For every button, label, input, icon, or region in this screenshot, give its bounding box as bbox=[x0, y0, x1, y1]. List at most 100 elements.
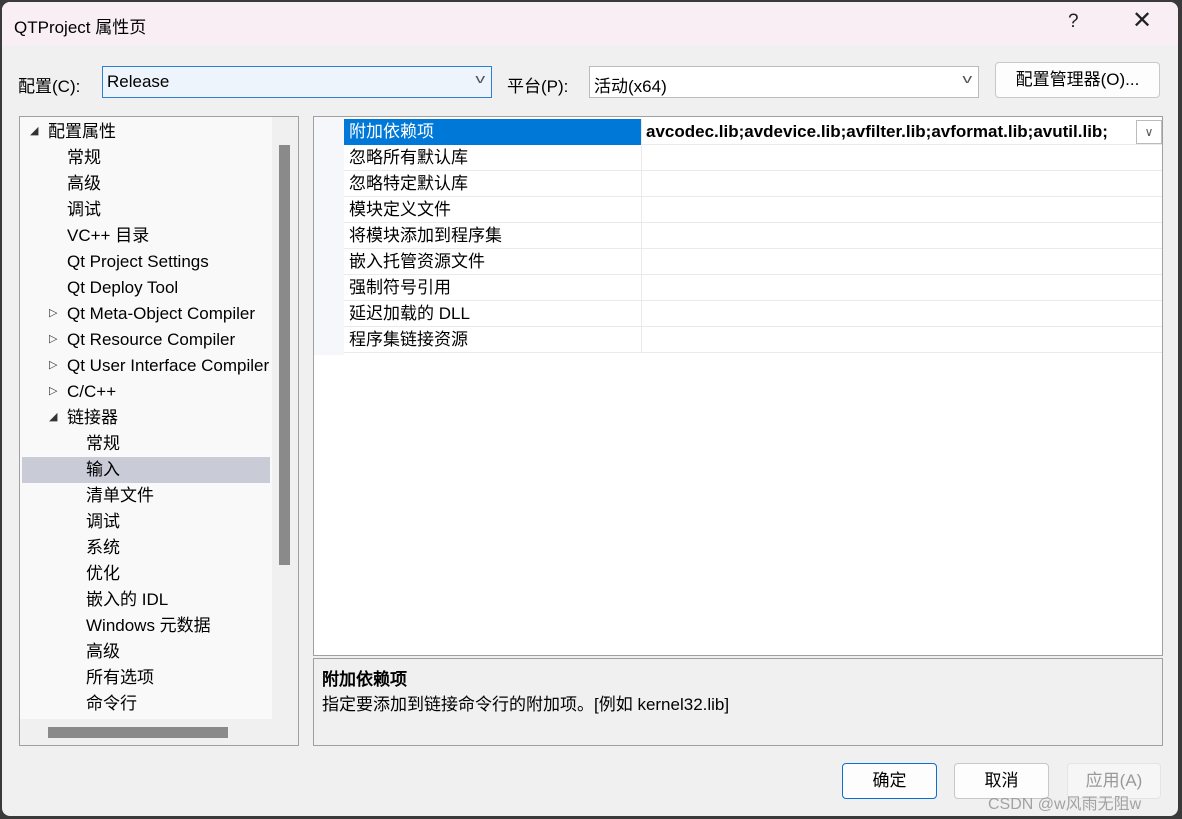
property-name: 附加依赖项 bbox=[344, 119, 642, 145]
tree-item-label: 常规 bbox=[67, 148, 101, 167]
horizontal-scrollbar-track[interactable] bbox=[20, 719, 298, 745]
expanded-arrow-icon[interactable]: ◢ bbox=[30, 119, 38, 144]
property-name: 模块定义文件 bbox=[344, 197, 642, 223]
tree-item[interactable]: 所有选项 bbox=[22, 665, 270, 691]
collapsed-arrow-icon[interactable]: ▷ bbox=[49, 301, 57, 326]
tree-item[interactable]: Qt Project Settings bbox=[22, 249, 270, 275]
ok-button[interactable]: 确定 bbox=[842, 763, 937, 799]
property-name: 延迟加载的 DLL bbox=[344, 301, 642, 327]
tree-item-label: 调试 bbox=[67, 200, 101, 219]
tree-item-label: 输入 bbox=[86, 460, 120, 479]
tree-item[interactable]: ▷ C/C++ bbox=[22, 379, 270, 405]
property-value[interactable] bbox=[642, 301, 1136, 327]
tree-item-label: 调试 bbox=[86, 512, 120, 531]
property-name: 程序集链接资源 bbox=[344, 327, 642, 353]
vertical-scrollbar-track[interactable] bbox=[272, 117, 298, 729]
grid-row[interactable]: 强制符号引用 bbox=[344, 275, 1162, 301]
property-name: 嵌入托管资源文件 bbox=[344, 249, 642, 275]
property-value[interactable] bbox=[642, 145, 1136, 171]
property-value[interactable] bbox=[642, 171, 1136, 197]
collapsed-arrow-icon[interactable]: ▷ bbox=[49, 379, 57, 404]
tree-item-label: Qt Project Settings bbox=[67, 252, 209, 271]
tree-item[interactable]: 系统 bbox=[22, 535, 270, 561]
property-name: 忽略特定默认库 bbox=[344, 171, 642, 197]
config-value: Release bbox=[107, 72, 170, 91]
tree-item-label: 优化 bbox=[86, 564, 120, 583]
tree-item[interactable]: 常规 bbox=[22, 145, 270, 171]
grid-row[interactable]: 忽略所有默认库 bbox=[344, 145, 1162, 171]
tree-item[interactable]: Windows 元数据 bbox=[22, 613, 270, 639]
tree-item-label: 清单文件 bbox=[86, 486, 154, 505]
tree-item[interactable]: 命令行 bbox=[22, 691, 270, 717]
grid-row[interactable]: 延迟加载的 DLL bbox=[344, 301, 1162, 327]
property-value[interactable] bbox=[642, 249, 1136, 275]
config-select[interactable]: Release v bbox=[102, 66, 492, 98]
chevron-down-icon: v bbox=[474, 71, 485, 86]
tree-item-label: 常规 bbox=[86, 434, 120, 453]
tree-item-label: Windows 元数据 bbox=[86, 616, 211, 635]
property-tree[interactable]: 命令行 所有选项 高级 Windows 元数据 嵌入的 IDL 优化 系统 调试 清单文件 输入常… bbox=[19, 116, 299, 746]
description-title: 附加依赖项 bbox=[322, 670, 407, 689]
tree-item[interactable]: ▷ Qt Resource Compiler bbox=[22, 327, 270, 353]
tree-item-label: 配置属性 bbox=[48, 122, 116, 141]
close-button[interactable]: ✕ bbox=[1122, 6, 1162, 40]
tree-item[interactable]: ◢ 配置属性 bbox=[22, 119, 270, 145]
property-name: 忽略所有默认库 bbox=[344, 145, 642, 171]
grid-row[interactable]: 程序集链接资源 bbox=[344, 327, 1162, 353]
title-bar: QTProject 属性页 ? ✕ bbox=[2, 2, 1178, 45]
vertical-scrollbar-thumb[interactable] bbox=[279, 145, 290, 565]
horizontal-scrollbar-thumb[interactable] bbox=[48, 727, 228, 738]
platform-value: 活动(x64) bbox=[594, 77, 667, 96]
tree-item-label: Qt Meta-Object Compiler bbox=[67, 304, 255, 323]
tree-item[interactable]: ▷ Qt User Interface Compiler bbox=[22, 353, 270, 379]
tree-item-label: Qt User Interface Compiler bbox=[67, 356, 270, 375]
help-button[interactable]: ? bbox=[1068, 11, 1079, 33]
collapsed-arrow-icon[interactable]: ▷ bbox=[49, 327, 57, 352]
property-value[interactable] bbox=[642, 197, 1136, 223]
tree-item-label: VC++ 目录 bbox=[67, 226, 150, 245]
tree-item[interactable]: 常规 bbox=[22, 431, 270, 457]
grid-gutter bbox=[314, 117, 344, 355]
description-panel: 附加依赖项 指定要添加到链接命令行的附加项。[例如 kernel32.lib] bbox=[313, 658, 1163, 746]
tree-item[interactable]: 优化 bbox=[22, 561, 270, 587]
grid-row[interactable]: 忽略特定默认库 bbox=[344, 171, 1162, 197]
tree-item-label: 嵌入的 IDL bbox=[86, 590, 169, 609]
grid-row[interactable]: 嵌入托管资源文件 bbox=[344, 249, 1162, 275]
platform-label: 平台(P): bbox=[507, 77, 569, 96]
config-label: 配置(C): bbox=[18, 77, 81, 96]
tree-item[interactable]: 嵌入的 IDL bbox=[22, 587, 270, 613]
grid-row[interactable]: 附加依赖项 avcodec.lib;avdevice.lib;avfilter.l… bbox=[344, 119, 1162, 145]
grid-row[interactable]: 将模块添加到程序集 bbox=[344, 223, 1162, 249]
property-name: 将模块添加到程序集 bbox=[344, 223, 642, 249]
property-grid[interactable]: 附加依赖项 avcodec.lib;avdevice.lib;avfilter.l… bbox=[313, 116, 1163, 656]
tree-item[interactable]: 高级 bbox=[22, 171, 270, 197]
tree-item-label: 命令行 bbox=[86, 694, 137, 713]
property-value[interactable] bbox=[642, 223, 1136, 249]
tree-item-label: Qt Resource Compiler bbox=[67, 330, 236, 349]
watermark: CSDN @w风雨无阻w bbox=[988, 796, 1142, 813]
expanded-arrow-icon[interactable]: ◢ bbox=[49, 405, 57, 430]
collapsed-arrow-icon[interactable]: ▷ bbox=[49, 353, 57, 378]
tree-item[interactable]: 调试 bbox=[22, 197, 270, 223]
tree-item-label: 系统 bbox=[86, 538, 120, 557]
property-name: 强制符号引用 bbox=[344, 275, 642, 301]
tree-item[interactable]: 调试 bbox=[22, 509, 270, 535]
platform-select[interactable]: 活动(x64) v bbox=[589, 66, 979, 98]
tree-item[interactable]: 清单文件 bbox=[22, 483, 270, 509]
tree-item[interactable]: 输入 bbox=[22, 457, 270, 483]
property-value[interactable]: avcodec.lib;avdevice.lib;avfilter.lib;av… bbox=[642, 119, 1136, 145]
property-value[interactable] bbox=[642, 275, 1136, 301]
tree-item[interactable]: ▷ Qt Meta-Object Compiler bbox=[22, 301, 270, 327]
tree-item[interactable]: VC++ 目录 bbox=[22, 223, 270, 249]
description-text: 指定要添加到链接命令行的附加项。[例如 kernel32.lib] bbox=[322, 695, 730, 714]
grid-row[interactable]: 模块定义文件 bbox=[344, 197, 1162, 223]
window-title: QTProject 属性页 bbox=[14, 18, 147, 37]
property-value[interactable] bbox=[642, 327, 1136, 353]
tree-item[interactable]: ◢ 链接器 bbox=[22, 405, 270, 431]
tree-item[interactable]: Qt Deploy Tool bbox=[22, 275, 270, 301]
tree-item[interactable]: 高级 bbox=[22, 639, 270, 665]
tree-item-label: Qt Deploy Tool bbox=[67, 278, 179, 297]
tree-item-label: C/C++ bbox=[67, 382, 117, 401]
config-manager-button[interactable]: 配置管理器(O)... bbox=[995, 62, 1160, 98]
value-dropdown-button[interactable]: ∨ bbox=[1136, 120, 1162, 144]
